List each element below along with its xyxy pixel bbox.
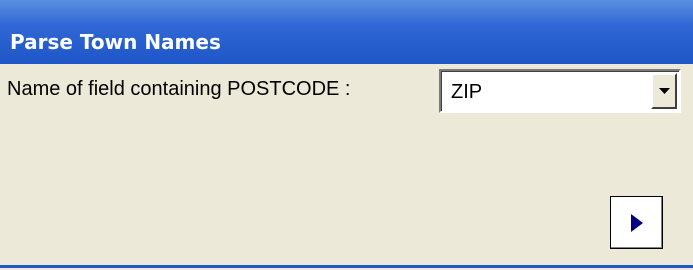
dropdown-button[interactable] xyxy=(651,73,677,109)
bottom-divider xyxy=(0,265,693,268)
postcode-field-value: ZIP xyxy=(451,81,483,103)
window-title: Parse Town Names xyxy=(10,30,221,54)
postcode-field-label: Name of field containing POSTCODE : xyxy=(7,78,351,100)
next-button[interactable] xyxy=(610,196,663,249)
chevron-down-icon xyxy=(659,88,670,94)
play-right-icon xyxy=(631,214,643,232)
title-bar: Parse Town Names xyxy=(0,0,693,64)
postcode-field-dropdown[interactable]: ZIP xyxy=(439,69,681,113)
